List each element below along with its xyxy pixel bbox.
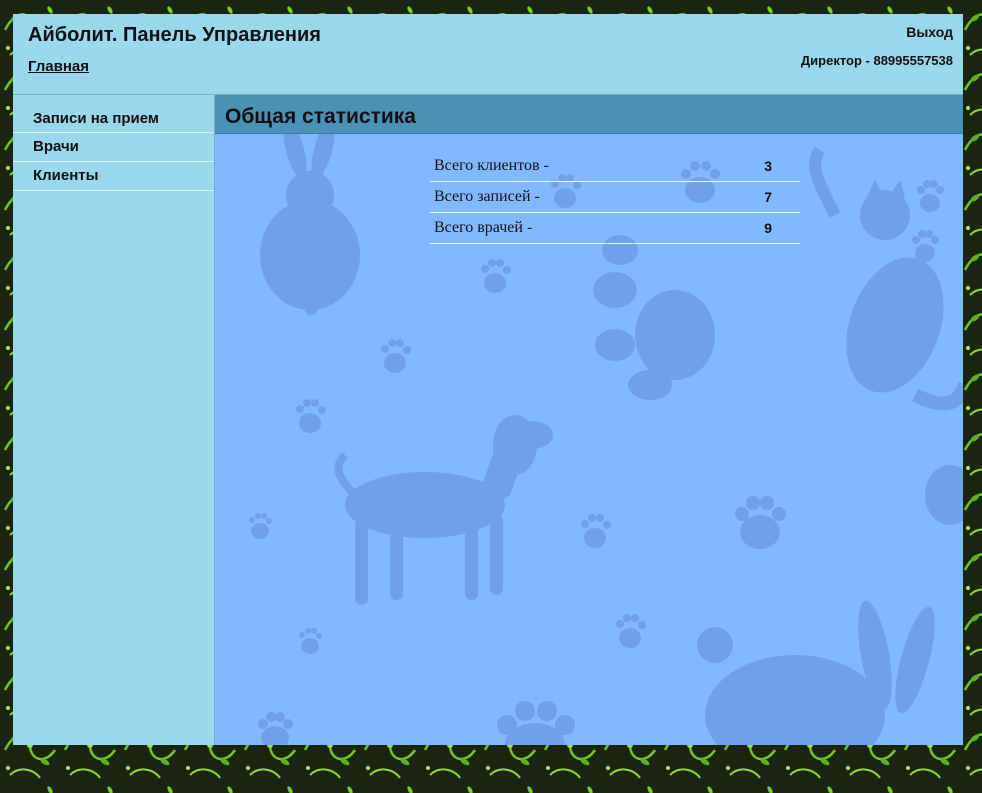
stat-value-doctors: 9 [712,212,800,244]
bunny-silhouette-bottom [697,600,935,745]
table-row: Всего записей - 7 [430,181,800,213]
stat-label-appointments: Всего записей - [430,181,712,213]
stat-label-clients: Всего клиентов - [430,151,712,182]
main-content: Общая статистика Всего клиентов - 3 Всег… [215,95,963,745]
sidebar-item-clients[interactable]: Клиенты [13,162,214,191]
sidebar-item-doctors[interactable]: Врачи [13,133,214,162]
stat-value-appointments: 7 [712,181,800,213]
table-row: Всего врачей - 9 [430,212,800,244]
app-title: Айболит. Панель Управления [28,24,321,46]
dog-silhouette [334,415,553,605]
stats-table: Всего клиентов - 3 Всего записей - 7 Все… [430,151,800,244]
sidebar: Записи на прием Врачи Клиенты [13,95,215,745]
rabbit-silhouette [260,120,360,315]
logout-link[interactable]: Выход [906,24,953,40]
header: Айболит. Панель Управления Главная Выход… [13,14,963,95]
home-link[interactable]: Главная [28,58,89,75]
sidebar-item-appointments[interactable]: Записи на прием [13,95,214,133]
stat-label-doctors: Всего врачей - [430,212,712,244]
table-row: Всего клиентов - 3 [430,151,800,182]
user-info: Директор - 88995557538 [800,53,953,68]
stat-value-clients: 3 [712,151,800,182]
page-title: Общая статистика [215,95,963,134]
main-frame: Айболит. Панель Управления Главная Выход… [13,14,963,745]
big-paw-print [593,235,715,400]
